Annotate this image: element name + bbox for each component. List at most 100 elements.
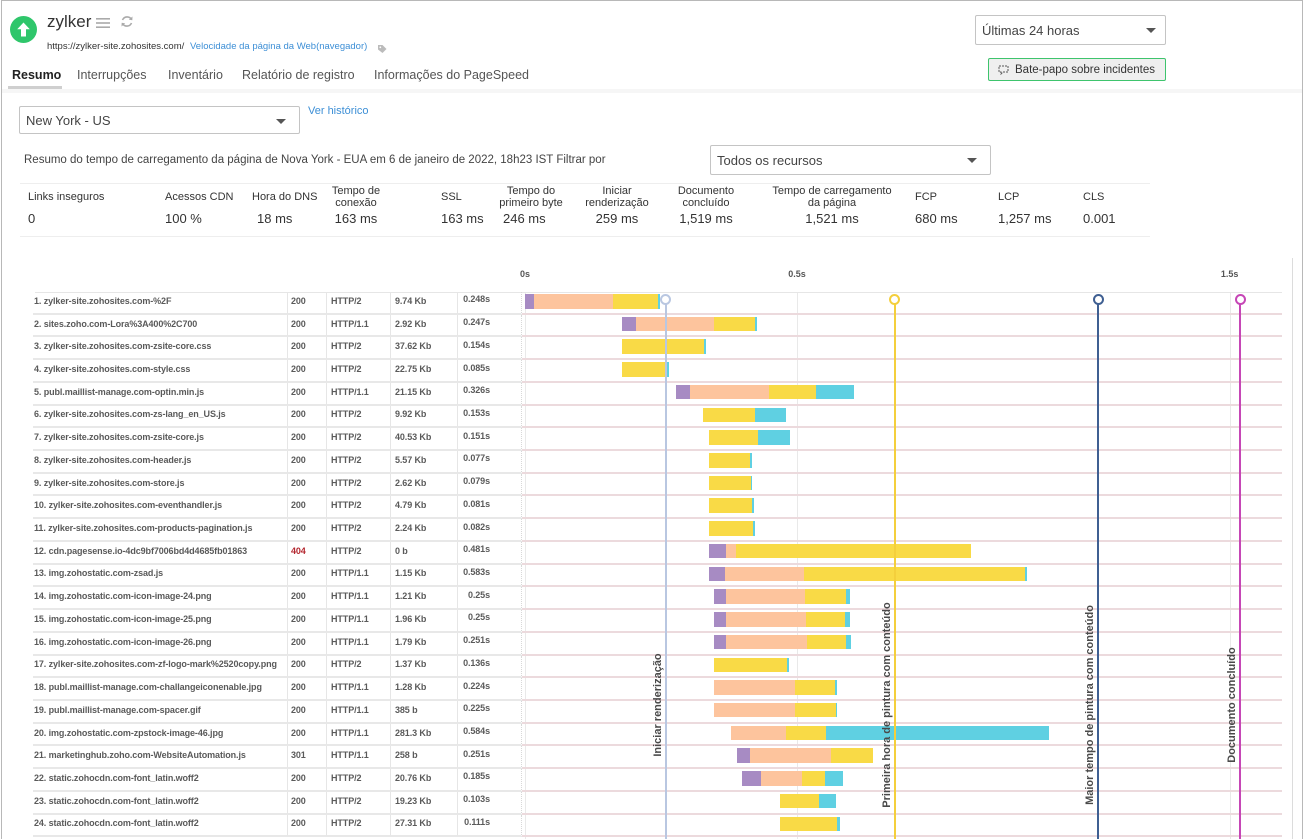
hamburger-menu-icon[interactable] bbox=[96, 16, 110, 28]
resource-row[interactable]: 12. cdn.pagesense.io-4dc9bf7006bd4d4685f… bbox=[33, 541, 1282, 565]
bar-segment-wait[interactable] bbox=[795, 702, 836, 718]
bar-segment-wait[interactable] bbox=[713, 316, 755, 332]
bar-segment-wait[interactable] bbox=[806, 634, 846, 650]
incident-chat-button[interactable]: Bate-papo sobre incidentes bbox=[988, 58, 1166, 81]
bar-segment-receive[interactable] bbox=[1025, 566, 1027, 582]
tab-pagespeed[interactable]: Informações do PageSpeed bbox=[374, 67, 529, 87]
resource-row[interactable]: 3. zylker-site.zohosites.com-zsite-core.… bbox=[33, 337, 1282, 361]
bar-segment-connect[interactable] bbox=[725, 589, 806, 604]
resource-row[interactable]: 11. zylker-site.zohosites.com-products-p… bbox=[33, 519, 1282, 542]
bar-segment-wait[interactable] bbox=[709, 453, 751, 468]
bar-segment-wait[interactable] bbox=[709, 498, 753, 513]
marker-circle-icon[interactable] bbox=[1092, 293, 1104, 305]
bar-segment-wait[interactable] bbox=[780, 793, 819, 809]
bar-segment-connect[interactable] bbox=[534, 294, 614, 309]
bar-segment-receive[interactable] bbox=[758, 430, 791, 445]
bar-segment-wait[interactable] bbox=[769, 384, 817, 400]
tag-icon[interactable] bbox=[377, 41, 387, 53]
resource-row[interactable]: 8. zylker-site.zohosites.com-header.js 20… bbox=[33, 451, 1282, 474]
bar-segment-dns[interactable] bbox=[525, 294, 535, 309]
bar-segment-receive[interactable] bbox=[703, 339, 707, 354]
monitor-type-link[interactable]: Velocidade da página da Web(navegador) bbox=[190, 41, 367, 53]
bar-segment-receive[interactable] bbox=[835, 702, 838, 718]
bar-segment-wait[interactable] bbox=[780, 816, 837, 832]
bar-segment-wait[interactable] bbox=[805, 589, 846, 604]
bar-segment-wait[interactable] bbox=[803, 566, 1026, 582]
location-select[interactable]: New York - US bbox=[19, 106, 300, 134]
bar-segment-dns[interactable] bbox=[714, 634, 726, 650]
marker-circle-icon[interactable] bbox=[660, 293, 672, 305]
bar-segment-wait[interactable] bbox=[785, 725, 827, 741]
bar-segment-dns[interactable] bbox=[742, 771, 761, 786]
bar-segment-receive[interactable] bbox=[754, 407, 787, 423]
bar-segment-dns[interactable] bbox=[709, 543, 727, 559]
marker-circle-icon[interactable] bbox=[889, 293, 901, 305]
bar-segment-dns[interactable] bbox=[714, 612, 726, 627]
bar-segment-connect[interactable] bbox=[750, 748, 832, 763]
bar-segment-receive[interactable] bbox=[835, 680, 837, 695]
bar-segment-receive[interactable] bbox=[753, 521, 755, 536]
bar-segment-receive[interactable] bbox=[826, 725, 1049, 741]
resource-status: 200 bbox=[288, 496, 327, 520]
resource-row[interactable]: 7. zylker-site.zohosites.com-zsite-core.… bbox=[33, 428, 1282, 452]
bar-segment-receive[interactable] bbox=[752, 498, 754, 513]
bar-segment-receive[interactable] bbox=[818, 793, 836, 809]
bar-segment-connect[interactable] bbox=[726, 543, 736, 559]
bar-segment-receive[interactable] bbox=[824, 771, 843, 786]
bar-segment-receive[interactable] bbox=[836, 816, 840, 832]
monitor-url[interactable]: https://zylker-site.zohosites.com/ bbox=[47, 41, 184, 53]
resource-row[interactable]: 4. zylker-site.zohosites.com-style.css 20… bbox=[33, 360, 1282, 383]
bar-segment-wait[interactable] bbox=[806, 612, 846, 627]
bar-segment-connect[interactable] bbox=[690, 384, 770, 400]
tab-inventario[interactable]: Inventário bbox=[168, 67, 223, 87]
bar-segment-dns[interactable] bbox=[676, 384, 691, 400]
bar-segment-wait[interactable] bbox=[735, 543, 972, 559]
marker-circle-icon[interactable] bbox=[1234, 293, 1246, 305]
bar-segment-connect[interactable] bbox=[725, 612, 807, 627]
bar-segment-wait[interactable] bbox=[802, 771, 825, 786]
bar-segment-connect[interactable] bbox=[725, 566, 804, 582]
bar-segment-connect[interactable] bbox=[725, 634, 807, 650]
refresh-icon[interactable] bbox=[120, 14, 134, 29]
bar-segment-dns[interactable] bbox=[621, 316, 636, 332]
bar-segment-wait[interactable] bbox=[621, 339, 704, 354]
tab-relatorio-registro[interactable]: Relatório de registro bbox=[242, 67, 355, 87]
bar-segment-wait[interactable] bbox=[794, 680, 836, 695]
bar-segment-receive[interactable] bbox=[845, 612, 851, 627]
resource-row[interactable]: 2. sites.zoho.com-Lora%3A400%2C700 200 HTT… bbox=[33, 314, 1282, 338]
bar-segment-dns[interactable] bbox=[709, 566, 726, 582]
bar-segment-wait[interactable] bbox=[708, 430, 759, 445]
bar-segment-wait[interactable] bbox=[709, 521, 754, 536]
tab-interrupcoes[interactable]: Interrupções bbox=[77, 67, 146, 87]
bar-segment-receive[interactable] bbox=[750, 475, 753, 491]
bar-segment-connect[interactable] bbox=[714, 702, 796, 718]
resource-row[interactable]: 6. zylker-site.zohosites.com-zs-lang_en_… bbox=[33, 405, 1282, 429]
resource-filter-select[interactable]: Todos os recursos bbox=[710, 145, 991, 175]
bar-segment-wait[interactable] bbox=[703, 407, 755, 423]
bar-segment-connect[interactable] bbox=[760, 771, 803, 786]
bar-segment-receive[interactable] bbox=[787, 657, 789, 672]
bar-segment-wait[interactable] bbox=[709, 475, 751, 491]
bar-segment-connect[interactable] bbox=[635, 316, 714, 332]
bar-segment-dns[interactable] bbox=[736, 748, 751, 763]
resource-row[interactable]: 10. zylker-site.zohosites.com-eventhandl… bbox=[33, 496, 1282, 520]
bar-segment-receive[interactable] bbox=[666, 362, 669, 377]
bar-segment-receive[interactable] bbox=[845, 634, 851, 650]
resource-row[interactable]: 5. publ.maillist-manage.com-optin.min.js… bbox=[33, 382, 1282, 406]
bar-segment-dns[interactable] bbox=[714, 589, 726, 604]
bar-segment-receive[interactable] bbox=[754, 316, 757, 332]
resource-row[interactable]: 13. img.zohostatic.com-zsad.js 200 HTTP/1.… bbox=[33, 564, 1282, 588]
bar-segment-wait[interactable] bbox=[613, 294, 659, 309]
bar-segment-wait[interactable] bbox=[714, 657, 788, 672]
bar-segment-connect[interactable] bbox=[714, 680, 795, 695]
bar-segment-wait[interactable] bbox=[831, 748, 874, 763]
view-history-link[interactable]: Ver histórico bbox=[308, 104, 369, 118]
resource-row[interactable]: 9. zylker-site.zohosites.com-store.js 200… bbox=[33, 473, 1282, 497]
bar-segment-receive[interactable] bbox=[750, 453, 752, 468]
bar-segment-receive[interactable] bbox=[816, 384, 854, 400]
time-range-select[interactable]: Últimas 24 horas bbox=[975, 15, 1166, 45]
bar-segment-wait[interactable] bbox=[621, 362, 667, 377]
bar-segment-connect[interactable] bbox=[731, 725, 786, 741]
tab-resumo[interactable]: Resumo bbox=[12, 67, 61, 87]
bar-segment-receive[interactable] bbox=[845, 589, 851, 604]
